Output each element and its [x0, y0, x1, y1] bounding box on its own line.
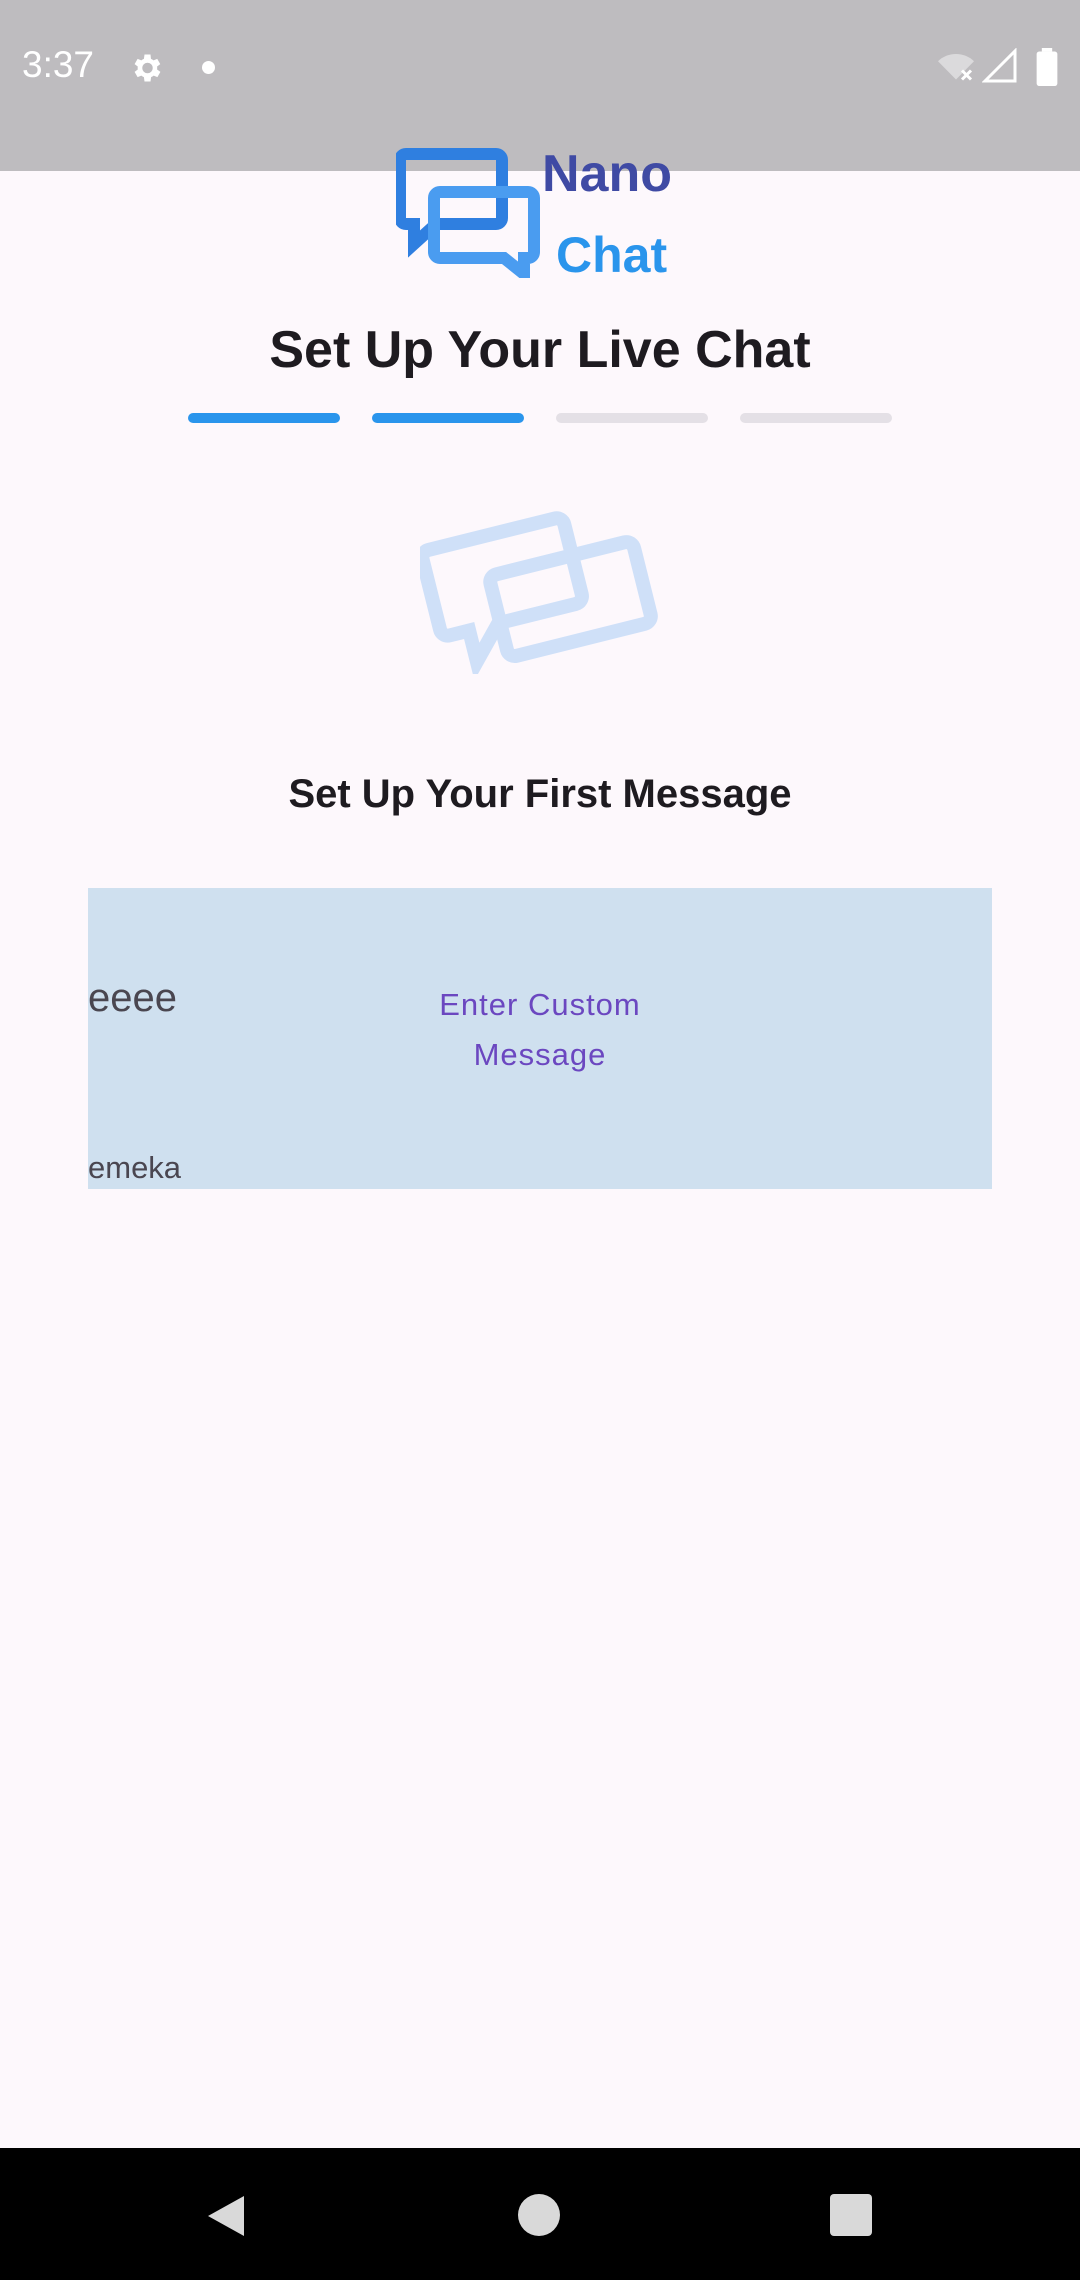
- status-bar: 3:37: [0, 0, 1080, 171]
- notification-dot-icon: [202, 61, 215, 74]
- recents-icon[interactable]: [830, 2194, 872, 2236]
- signal-icon: [982, 48, 1017, 83]
- chat-bubbles-icon: [396, 148, 540, 278]
- back-icon[interactable]: [204, 2192, 248, 2240]
- section-title: Set Up Your First Message: [288, 772, 792, 816]
- chat-bubbles-icon: [420, 511, 658, 674]
- message-card[interactable]: eeee Enter Custom Message emeka: [88, 888, 992, 1189]
- message-sender: emeka: [88, 1150, 182, 1185]
- page-title: Set Up Your Live Chat: [269, 321, 811, 379]
- progress-step-4: [740, 413, 892, 423]
- wifi-off-icon: [938, 54, 974, 81]
- home-icon[interactable]: [518, 2194, 560, 2236]
- logo-text-chat: Chat: [556, 227, 668, 283]
- navigation-bar: [0, 2148, 1080, 2280]
- gear-icon: [134, 54, 161, 82]
- enter-custom-message-button[interactable]: Enter Custom Message: [390, 980, 690, 1080]
- status-time: 3:37: [22, 44, 95, 85]
- progress-step-3: [556, 413, 708, 423]
- logo-text-nano: Nano: [542, 145, 672, 203]
- message-preview: eeee: [88, 976, 177, 1020]
- progress-step-2: [372, 413, 524, 423]
- progress-step-1: [188, 413, 340, 423]
- battery-icon: [1036, 48, 1058, 86]
